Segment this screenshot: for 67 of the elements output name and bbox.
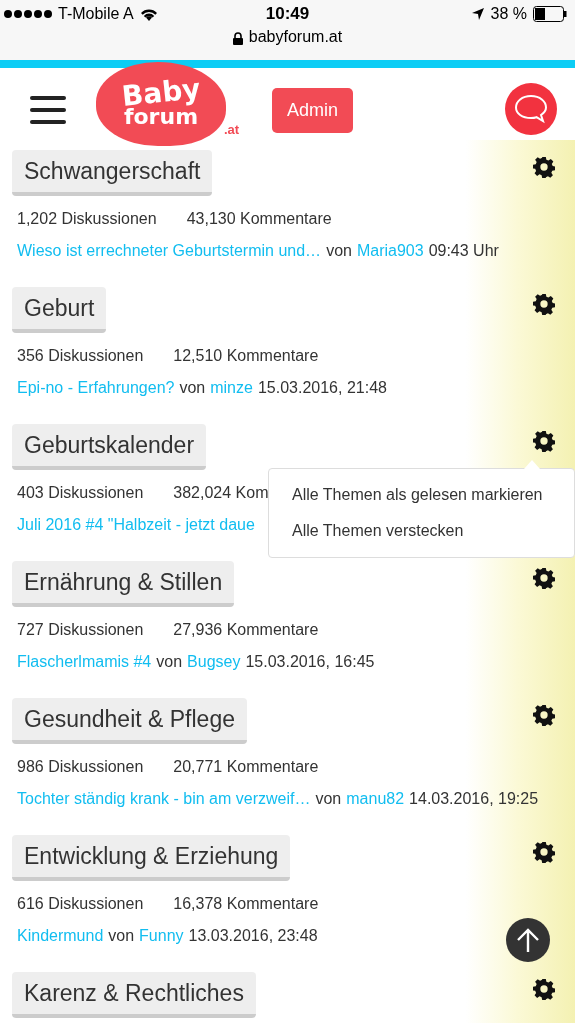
by-label: von xyxy=(315,790,342,808)
settings-icon[interactable] xyxy=(533,841,555,863)
menu-item[interactable]: Alle Themen als gelesen markieren xyxy=(269,477,566,513)
comment-count: 382,024 Kom xyxy=(173,484,269,502)
settings-icon[interactable] xyxy=(533,156,555,178)
settings-icon[interactable] xyxy=(533,704,555,726)
thread-link[interactable]: Juli 2016 #4 "Halbzeit - jetzt daue xyxy=(17,516,255,534)
logo-suffix: .at xyxy=(224,122,240,137)
logo-text: forum xyxy=(123,106,199,128)
discussion-count: 727 Diskussionen xyxy=(17,621,144,639)
thread-link[interactable]: Flascherlmamis #4 xyxy=(17,653,152,671)
logo-background[interactable]: Baby forum xyxy=(96,62,226,146)
url-text[interactable]: babyforum.at xyxy=(248,28,343,46)
location-arrow-icon xyxy=(470,7,485,21)
carrier-name: T-Mobile A xyxy=(58,5,134,23)
discussion-count: 356 Diskussionen xyxy=(17,347,144,365)
discussion-count: 1,202 Diskussionen xyxy=(17,210,157,228)
author-link[interactable]: Bugsey xyxy=(187,653,241,671)
settings-icon[interactable] xyxy=(533,567,555,589)
category-title[interactable]: Ernährung & Stillen xyxy=(12,561,235,607)
settings-icon[interactable] xyxy=(533,293,555,315)
author-link[interactable]: Maria903 xyxy=(356,242,424,260)
settings-icon[interactable] xyxy=(533,978,555,1000)
category-title[interactable]: Karenz & Rechtliches xyxy=(12,972,256,1018)
lock-icon xyxy=(232,32,243,45)
comment-count: 20,771 Kommentare xyxy=(173,758,319,776)
clock-time: 10:49 xyxy=(265,4,310,24)
by-label: von xyxy=(156,653,183,671)
menu-item[interactable]: Alle Themen verstecken xyxy=(269,513,487,549)
category-title[interactable]: Schwangerschaft xyxy=(12,150,213,196)
by-label: von xyxy=(179,379,206,397)
category-title[interactable]: Entwicklung & Erziehung xyxy=(12,835,291,881)
thread-link[interactable]: Wieso ist errechneter Geburtstermin und… xyxy=(17,242,322,260)
post-date: 13.03.2016, 23:48 xyxy=(188,927,318,945)
author-link[interactable]: minze xyxy=(210,379,253,397)
author-link[interactable]: manu82 xyxy=(346,790,405,808)
settings-icon[interactable] xyxy=(533,430,555,452)
by-label: von xyxy=(108,927,135,945)
thread-link[interactable]: Tochter ständig krank - bin am verzweif… xyxy=(17,790,311,808)
by-label: von xyxy=(326,242,352,260)
battery-percentage: 38 % xyxy=(490,5,527,23)
post-date: 09:43 Uhr xyxy=(428,242,499,260)
thread-link[interactable]: Epi-no - Erfahrungen? xyxy=(17,379,175,397)
admin-button[interactable]: Admin xyxy=(272,88,353,133)
comment-count: 16,378 Kommentare xyxy=(173,895,319,913)
category-title[interactable]: Geburtskalender xyxy=(12,424,207,470)
author-link[interactable]: Funny xyxy=(139,927,184,945)
post-date: 15.03.2016, 21:48 xyxy=(257,379,387,397)
post-date: 15.03.2016, 16:45 xyxy=(245,653,375,671)
speech-bubble-icon xyxy=(514,94,548,124)
wifi-icon xyxy=(139,7,158,21)
category-title[interactable]: Gesundheit & Pflege xyxy=(12,698,247,744)
comment-count: 43,130 Kommentare xyxy=(186,210,332,228)
battery-icon xyxy=(533,6,567,22)
scroll-top-button[interactable] xyxy=(506,918,550,962)
discussion-count: 986 Diskussionen xyxy=(17,758,144,776)
post-date: 14.03.2016, 19:25 xyxy=(409,790,539,808)
comment-count: 27,936 Kommentare xyxy=(173,621,319,639)
thread-link[interactable]: Kindermund xyxy=(17,927,104,945)
comment-count: 12,510 Kommentare xyxy=(173,347,319,365)
category-title[interactable]: Geburt xyxy=(12,287,107,333)
discussion-count: 616 Diskussionen xyxy=(17,895,144,913)
chat-button[interactable] xyxy=(505,83,557,135)
menu-icon[interactable] xyxy=(30,96,66,124)
discussion-count: 403 Diskussionen xyxy=(17,484,144,502)
signal-icon xyxy=(4,10,52,18)
arrow-up-icon xyxy=(516,927,540,953)
